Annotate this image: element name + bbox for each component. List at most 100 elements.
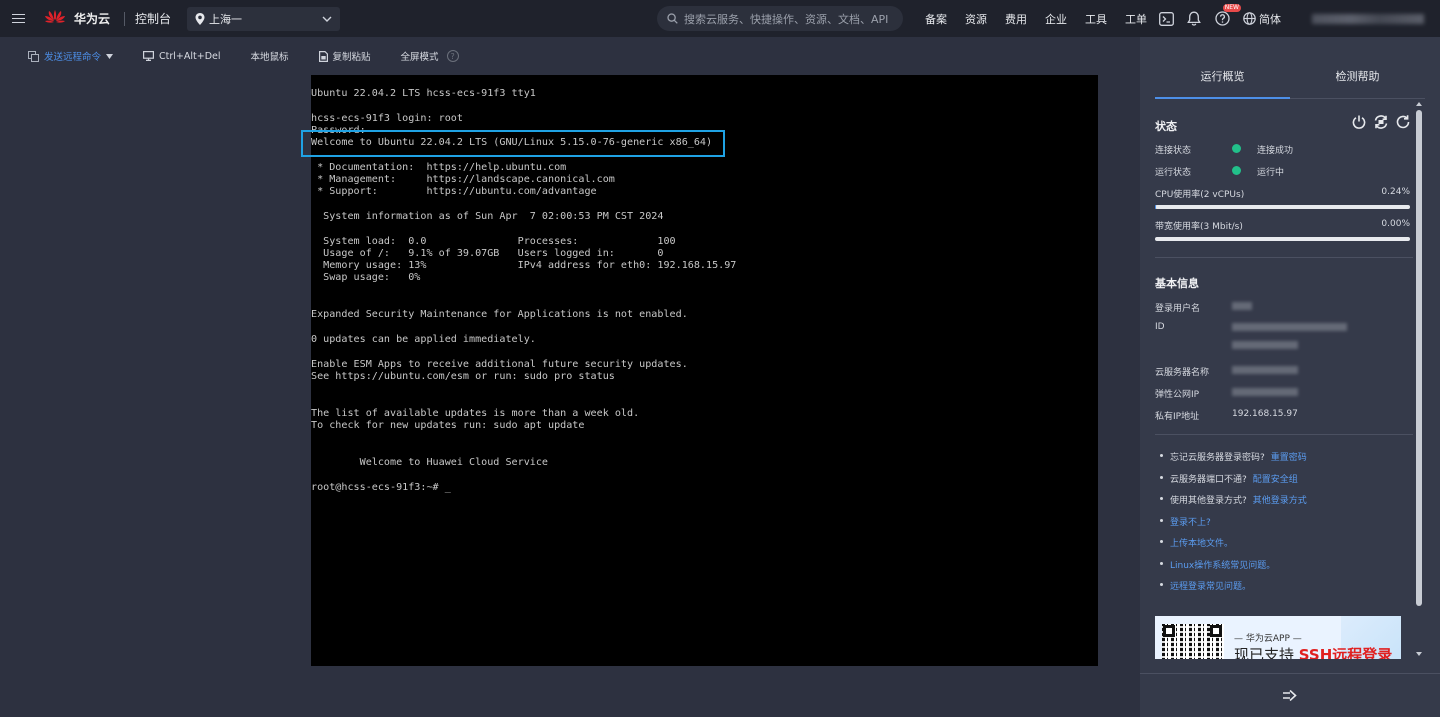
login-user-label: 登录用户名 xyxy=(1155,304,1201,314)
bandwidth-usage-bar xyxy=(1155,237,1410,241)
running-status-row: 运行状态 运行中 xyxy=(1155,165,1284,178)
terminal-line: Swap usage: 0% xyxy=(311,272,421,284)
tab-diagnostics-help[interactable]: 检测帮助 xyxy=(1290,37,1425,98)
terminal-line: Ubuntu 22.04.2 LTS hcss-ecs-91f3 tty1 xyxy=(311,88,536,99)
collapse-panel-icon[interactable] xyxy=(1283,690,1297,701)
console-link[interactable]: 控制台 xyxy=(135,10,171,27)
private-ip-label: 私有IP地址 xyxy=(1155,412,1200,422)
help-remote-faq: 远程登录常见问题。 xyxy=(1160,579,1251,592)
connection-status-value: 连接成功 xyxy=(1257,146,1294,156)
help-center-icon[interactable]: NEW xyxy=(1213,3,1241,28)
config-security-group-link[interactable]: 配置安全组 xyxy=(1253,475,1298,485)
huawei-logo-icon xyxy=(44,8,66,30)
server-name-row: 云服务器名称 xyxy=(1155,365,1298,378)
terminal-screen[interactable]: Ubuntu 22.04.2 LTS hcss-ecs-91f3 tty1 hcs… xyxy=(311,75,1098,666)
nav-link-filing[interactable]: 备案 xyxy=(916,11,956,27)
terminal-line: * Support: https://ubuntu.com/advantage xyxy=(311,186,597,198)
nav-links: 备案 资源 费用 企业 工具 工单 xyxy=(916,0,1156,37)
command-icon xyxy=(28,50,39,62)
running-status-dot xyxy=(1232,166,1241,175)
help-forgot-password: 忘记云服务器登录密码? 重置密码 xyxy=(1160,450,1307,463)
terminal-line: * Management: https://landscape.canonica… xyxy=(311,174,615,186)
cannot-login-link[interactable]: 登录不上? xyxy=(1170,518,1211,528)
account-name-blurred[interactable] xyxy=(1312,14,1424,24)
global-search-input[interactable]: 搜索云服务、快捷操作、资源、文档、API xyxy=(657,6,903,31)
running-status-label: 运行状态 xyxy=(1155,168,1192,178)
copy-paste-button[interactable]: 复制粘贴 xyxy=(318,49,371,63)
nav-link-tickets[interactable]: 工单 xyxy=(1116,11,1156,27)
tab-overview[interactable]: 运行概览 xyxy=(1155,37,1290,99)
side-panel: 运行概览 检测帮助 状态 连接状态 连接成功 运行状态 运行中 CPU使用率(2… xyxy=(1140,37,1440,717)
panel-footer xyxy=(1140,673,1440,717)
fullscreen-button[interactable]: 全屏模式 xyxy=(401,49,439,63)
promo-subtitle: — 华为云APP — xyxy=(1234,634,1302,644)
cloud-shell-icon[interactable] xyxy=(1157,10,1175,28)
other-login-link[interactable]: 其他登录方式 xyxy=(1253,496,1307,506)
running-status-value: 运行中 xyxy=(1257,168,1285,178)
nav-link-tools[interactable]: 工具 xyxy=(1076,11,1116,27)
search-icon xyxy=(667,13,678,24)
panel-content: 状态 连接状态 连接成功 运行状态 运行中 CPU使用率(2 vCPUs) 0.… xyxy=(1155,99,1413,659)
help-upload-file: 上传本地文件。 xyxy=(1160,536,1233,549)
help-other-login-text: 使用其他登录方式? xyxy=(1170,496,1247,506)
local-mouse-toggle[interactable]: 本地鼠标 xyxy=(251,49,289,63)
reset-password-link[interactable]: 重置密码 xyxy=(1271,453,1307,463)
send-command-dropdown[interactable]: 发送远程命令 xyxy=(28,49,114,63)
location-pin-icon xyxy=(195,12,205,25)
private-ip-value: 192.168.15.97 xyxy=(1232,409,1298,419)
power-icon[interactable] xyxy=(1351,114,1367,130)
region-selector[interactable]: 上海一 xyxy=(187,6,341,31)
help-other-login: 使用其他登录方式? 其他登录方式 xyxy=(1160,493,1307,506)
nav-link-resources[interactable]: 资源 xyxy=(956,11,996,27)
language-switcher[interactable]: 简体 xyxy=(1243,11,1281,27)
instance-id-row: ID xyxy=(1155,322,1347,349)
section-divider xyxy=(1155,434,1413,435)
eip-row: 弹性公网IP xyxy=(1155,387,1298,400)
clipboard-icon xyxy=(318,50,328,62)
instance-id-value xyxy=(1232,322,1347,349)
upload-file-link[interactable]: 上传本地文件。 xyxy=(1170,539,1233,549)
fullscreen-label: 全屏模式 xyxy=(400,52,439,63)
panel-tabs: 运行概览 检测帮助 xyxy=(1155,37,1425,99)
server-name-value xyxy=(1232,365,1298,375)
copy-paste-label: 复制粘贴 xyxy=(332,52,371,63)
search-placeholder: 搜索云服务、快捷操作、资源、文档、API xyxy=(684,12,889,26)
help-linux-faq: Linux操作系统常见问题。 xyxy=(1160,558,1275,571)
scrollbar-thumb[interactable] xyxy=(1416,110,1422,606)
server-name-label: 云服务器名称 xyxy=(1155,368,1210,378)
terminal-line: System load: 0.0 Processes: 100 xyxy=(311,235,676,247)
cpu-usage-metric: CPU使用率(2 vCPUs) 0.24% xyxy=(1155,187,1410,209)
remote-login-faq-link[interactable]: 远程登录常见问题。 xyxy=(1170,582,1251,592)
restart-icon[interactable] xyxy=(1395,114,1411,130)
reinstall-icon[interactable] xyxy=(1373,114,1389,130)
nav-link-enterprise[interactable]: 企业 xyxy=(1036,11,1076,27)
terminal-line: * Documentation: https://help.ubuntu.com xyxy=(311,161,567,173)
nav-icons: NEW 简体 xyxy=(1157,0,1281,37)
linux-faq-link[interactable]: Linux操作系统常见问题。 xyxy=(1170,561,1275,571)
brand-name: 华为云 xyxy=(74,12,111,26)
connection-status-dot xyxy=(1232,144,1241,153)
bell-icon[interactable] xyxy=(1185,10,1203,28)
eip-label: 弹性公网IP xyxy=(1155,390,1200,400)
terminal-line: To check for new updates run: sudo apt u… xyxy=(311,420,585,432)
brand-logo[interactable]: 华为云 xyxy=(44,8,110,30)
toolbar-help-icon[interactable]: ? xyxy=(446,50,459,62)
promo-title: 现已支持 SSH远程登录 xyxy=(1234,646,1393,659)
terminal-line: System information as of Sun Apr 7 02:00… xyxy=(311,210,664,222)
new-badge: NEW xyxy=(1222,3,1241,12)
top-navbar: 华为云 控制台 上海一 搜索云服务、快捷操作、资源、文档、API 备案 资源 费… xyxy=(0,0,1440,37)
bandwidth-usage-label: 带宽使用率(3 Mbit/s) xyxy=(1155,222,1243,232)
app-promo-banner[interactable]: — 华为云APP — 现已支持 SSH远程登录 xyxy=(1155,616,1401,659)
bandwidth-usage-metric: 带宽使用率(3 Mbit/s) 0.00% xyxy=(1155,219,1410,241)
terminal-line: Welcome to Huawei Cloud Service xyxy=(311,456,549,468)
menu-icon[interactable] xyxy=(0,0,36,37)
nav-link-billing[interactable]: 费用 xyxy=(996,11,1036,27)
panel-scrollbar[interactable] xyxy=(1414,100,1424,660)
ctrl-alt-del-button[interactable]: Ctrl+Alt+Del xyxy=(143,51,221,62)
basic-info-section-title: 基本信息 xyxy=(1155,277,1199,290)
